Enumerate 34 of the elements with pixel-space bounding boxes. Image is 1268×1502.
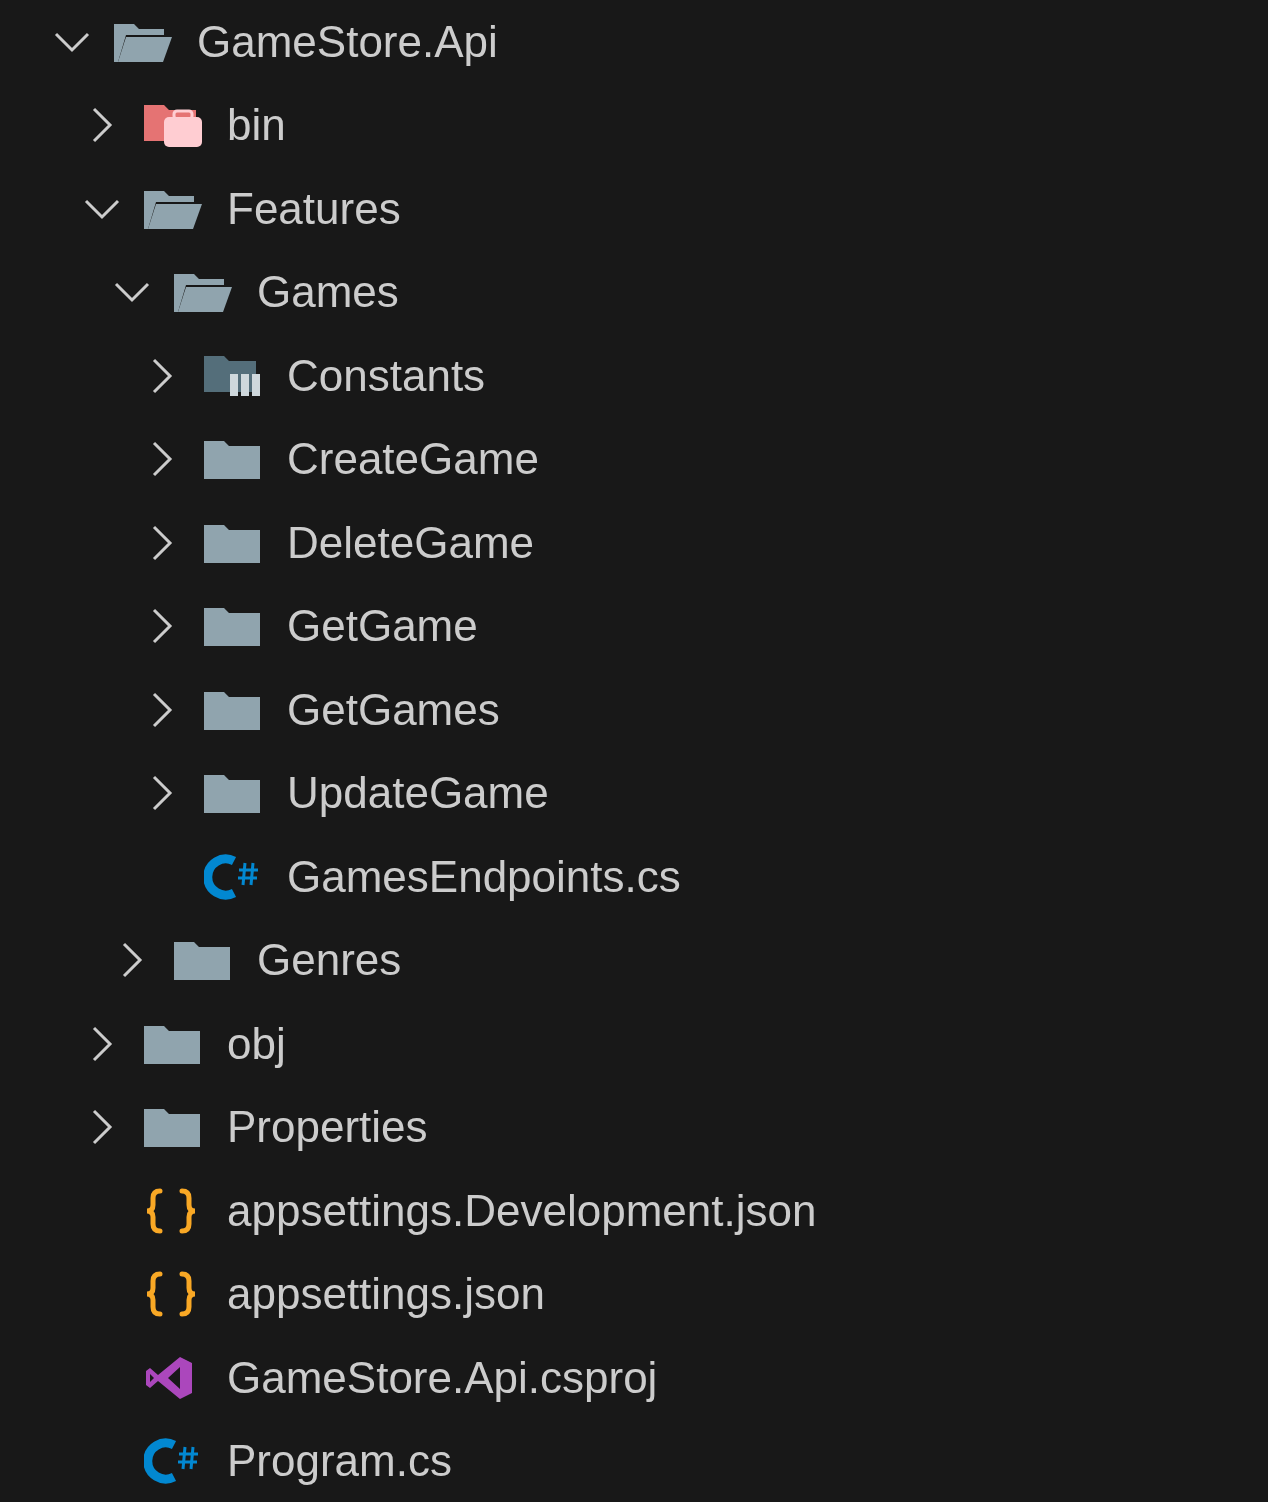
folder-name[interactable]: Constants <box>287 353 486 398</box>
folder-name[interactable]: Features <box>227 186 401 231</box>
folder-icon <box>204 522 260 563</box>
folder-name[interactable]: Properties <box>227 1105 428 1150</box>
folder-icon <box>204 439 260 480</box>
folder-icon <box>144 1107 200 1148</box>
open-folder-icon <box>114 21 172 62</box>
braces-file-icon <box>144 1271 198 1318</box>
file-name[interactable]: Program.cs <box>227 1439 452 1484</box>
folder-name[interactable]: obj <box>227 1021 286 1066</box>
folder-name[interactable]: bin <box>227 103 286 148</box>
file-name[interactable]: GamesEndpoints.cs <box>287 854 681 899</box>
folder-name[interactable]: GameStore.Api <box>197 19 498 64</box>
folder-name[interactable]: Genres <box>257 938 402 983</box>
folder-icon <box>204 606 260 647</box>
folder-name[interactable]: GetGame <box>287 604 478 649</box>
folder-name[interactable]: UpdateGame <box>287 771 549 816</box>
file-name[interactable]: GameStore.Api.csproj <box>227 1355 658 1400</box>
project-file-icon <box>144 1354 194 1401</box>
folder-name[interactable]: GetGames <box>287 687 500 732</box>
file-name[interactable]: appsettings.json <box>227 1272 545 1317</box>
folder-name[interactable]: DeleteGame <box>287 520 534 565</box>
folder-name[interactable]: Games <box>257 270 399 315</box>
folder-icon <box>174 940 230 981</box>
folder-bars-icon <box>204 353 262 398</box>
briefcase-folder-icon <box>144 103 202 148</box>
open-folder-icon <box>144 188 202 229</box>
folder-icon <box>204 689 260 730</box>
folder-icon <box>144 1023 200 1064</box>
folder-name[interactable]: CreateGame <box>287 437 539 482</box>
folder-icon <box>204 773 260 814</box>
file-name[interactable]: appsettings.Development.json <box>227 1188 817 1233</box>
braces-file-icon <box>144 1187 198 1234</box>
open-folder-icon <box>174 272 232 313</box>
